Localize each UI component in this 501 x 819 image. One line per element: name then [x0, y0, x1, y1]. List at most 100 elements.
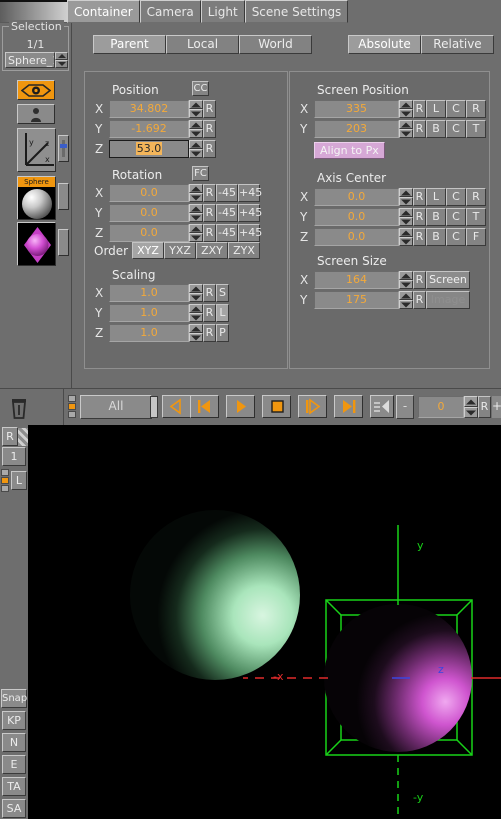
- selection-spinner-up[interactable]: [55, 52, 68, 60]
- axis-center-y-input[interactable]: 0.0: [314, 208, 399, 226]
- rotation-order-xyz[interactable]: XYZ: [132, 242, 164, 259]
- position-y-spinner[interactable]: [189, 120, 203, 138]
- screen-size-x-spinner[interactable]: [399, 271, 413, 289]
- play-button[interactable]: [226, 395, 255, 418]
- axis-gizmo-side-button[interactable]: [58, 135, 69, 162]
- screen-position-x-spinner[interactable]: [399, 100, 413, 118]
- key-button[interactable]: [370, 395, 394, 418]
- screen-size-y-spinner[interactable]: [399, 291, 413, 309]
- position-y-reset[interactable]: R: [203, 120, 216, 138]
- axis-center-z-input[interactable]: 0.0: [314, 228, 399, 246]
- screen-position-x-center[interactable]: C: [446, 100, 466, 118]
- screen-size-screen-button[interactable]: Screen: [426, 271, 470, 289]
- range-all-dropdown[interactable]: All: [80, 395, 152, 419]
- scaling-y-input[interactable]: 1.0: [109, 304, 189, 322]
- screen-position-y-input[interactable]: 203: [314, 120, 399, 138]
- scaling-x-input[interactable]: 1.0: [109, 284, 189, 302]
- rotation-y-plus45[interactable]: +45: [238, 204, 262, 222]
- ta-button[interactable]: TA: [2, 777, 26, 796]
- tab-camera[interactable]: Camera: [139, 0, 201, 23]
- viewport-3d[interactable]: y -y -x z: [28, 425, 501, 819]
- layer-mode-dots[interactable]: [1, 469, 9, 492]
- frame-plus-button[interactable]: +: [492, 396, 501, 418]
- sa-button[interactable]: SA: [2, 799, 26, 818]
- position-y-input[interactable]: -1.692: [109, 120, 189, 138]
- position-z-input[interactable]: 53.0: [109, 140, 189, 158]
- stop-button[interactable]: [262, 395, 291, 418]
- screen-size-y-reset[interactable]: R: [413, 291, 426, 309]
- kp-button[interactable]: KP: [2, 711, 26, 730]
- tab-light[interactable]: Light: [200, 0, 245, 23]
- axis-center-z-reset[interactable]: R: [413, 228, 426, 246]
- align-to-px-button[interactable]: Align to Px: [314, 142, 385, 159]
- rotation-fc-button[interactable]: FC: [192, 166, 209, 181]
- play-reverse-button[interactable]: [162, 395, 191, 418]
- person-icon-button[interactable]: [17, 104, 55, 124]
- scaling-x-mode[interactable]: S: [216, 284, 229, 302]
- step-forward-button[interactable]: [298, 395, 327, 418]
- rotation-x-plus45[interactable]: +45: [238, 184, 262, 202]
- screen-position-y-bottom[interactable]: B: [426, 120, 446, 138]
- axis-center-z-back[interactable]: B: [426, 228, 446, 246]
- coord-space-local[interactable]: Local: [166, 35, 239, 54]
- green-sphere[interactable]: [130, 510, 300, 680]
- rotation-order-zxy[interactable]: ZXY: [196, 242, 228, 259]
- screen-position-y-top[interactable]: T: [466, 120, 486, 138]
- range-dot-3[interactable]: [68, 411, 76, 418]
- rotation-y-minus45[interactable]: -45: [216, 204, 238, 222]
- view-1-button[interactable]: 1: [2, 447, 26, 466]
- rotation-x-reset[interactable]: R: [203, 184, 216, 202]
- magenta-sphere-side-button[interactable]: [58, 229, 69, 256]
- rotation-y-spinner[interactable]: [189, 204, 203, 222]
- magenta-sphere-thumbnail[interactable]: [17, 222, 56, 266]
- scaling-y-reset[interactable]: R: [203, 304, 216, 322]
- sphere-thumbnail[interactable]: Sphere: [17, 176, 56, 220]
- scaling-z-mode[interactable]: P: [216, 324, 229, 342]
- scaling-z-input[interactable]: 1.0: [109, 324, 189, 342]
- axis-center-x-input[interactable]: 0.0: [314, 188, 399, 206]
- rotation-order-yxz[interactable]: YXZ: [164, 242, 196, 259]
- axis-center-x-reset[interactable]: R: [413, 188, 426, 206]
- n-button[interactable]: N: [2, 733, 26, 752]
- scaling-x-reset[interactable]: R: [203, 284, 216, 302]
- range-mode-dots[interactable]: [68, 395, 76, 418]
- tab-scene-settings[interactable]: Scene Settings: [244, 0, 349, 23]
- selection-spinner-down[interactable]: [55, 60, 68, 68]
- frame-number-input[interactable]: 0: [418, 396, 464, 418]
- rotation-x-spinner[interactable]: [189, 184, 203, 202]
- rotation-z-plus45[interactable]: +45: [238, 224, 262, 242]
- layer-dot-1[interactable]: [1, 469, 9, 476]
- rotation-z-reset[interactable]: R: [203, 224, 216, 242]
- axis-gizmo-button[interactable]: y z x: [17, 128, 56, 172]
- screen-position-y-spinner[interactable]: [399, 120, 413, 138]
- axis-center-y-reset[interactable]: R: [413, 208, 426, 226]
- rotation-z-input[interactable]: 0.0: [109, 224, 189, 242]
- screen-position-x-reset[interactable]: R: [413, 100, 426, 118]
- delete-button[interactable]: [6, 394, 32, 420]
- position-x-reset[interactable]: R: [203, 100, 216, 118]
- position-z-spinner[interactable]: [189, 140, 203, 158]
- rotation-x-input[interactable]: 0.0: [109, 184, 189, 202]
- position-z-reset[interactable]: R: [203, 140, 216, 158]
- position-cc-button[interactable]: CC: [192, 81, 209, 96]
- axis-center-z-center[interactable]: C: [446, 228, 466, 246]
- layer-dot-3[interactable]: [1, 485, 9, 492]
- goto-start-button[interactable]: [190, 395, 219, 418]
- screen-size-x-input[interactable]: 164: [314, 271, 399, 289]
- range-dot-1[interactable]: [68, 395, 76, 402]
- range-handle[interactable]: [150, 396, 158, 418]
- rotation-z-minus45[interactable]: -45: [216, 224, 238, 242]
- scaling-x-spinner[interactable]: [189, 284, 203, 302]
- frame-reset-button[interactable]: R: [478, 396, 491, 418]
- position-x-input[interactable]: 34.802: [109, 100, 189, 118]
- goto-end-button[interactable]: [334, 395, 363, 418]
- eye-icon-button[interactable]: [17, 80, 55, 100]
- selection-name-field[interactable]: Sphere_1: [5, 52, 55, 68]
- screen-size-image-button[interactable]: Image: [426, 291, 470, 309]
- axis-center-y-center[interactable]: C: [446, 208, 466, 226]
- axis-center-z-front[interactable]: F: [466, 228, 486, 246]
- screen-size-x-reset[interactable]: R: [413, 271, 426, 289]
- axis-center-x-center[interactable]: C: [446, 188, 466, 206]
- axis-center-x-spinner[interactable]: [399, 188, 413, 206]
- axis-center-z-spinner[interactable]: [399, 228, 413, 246]
